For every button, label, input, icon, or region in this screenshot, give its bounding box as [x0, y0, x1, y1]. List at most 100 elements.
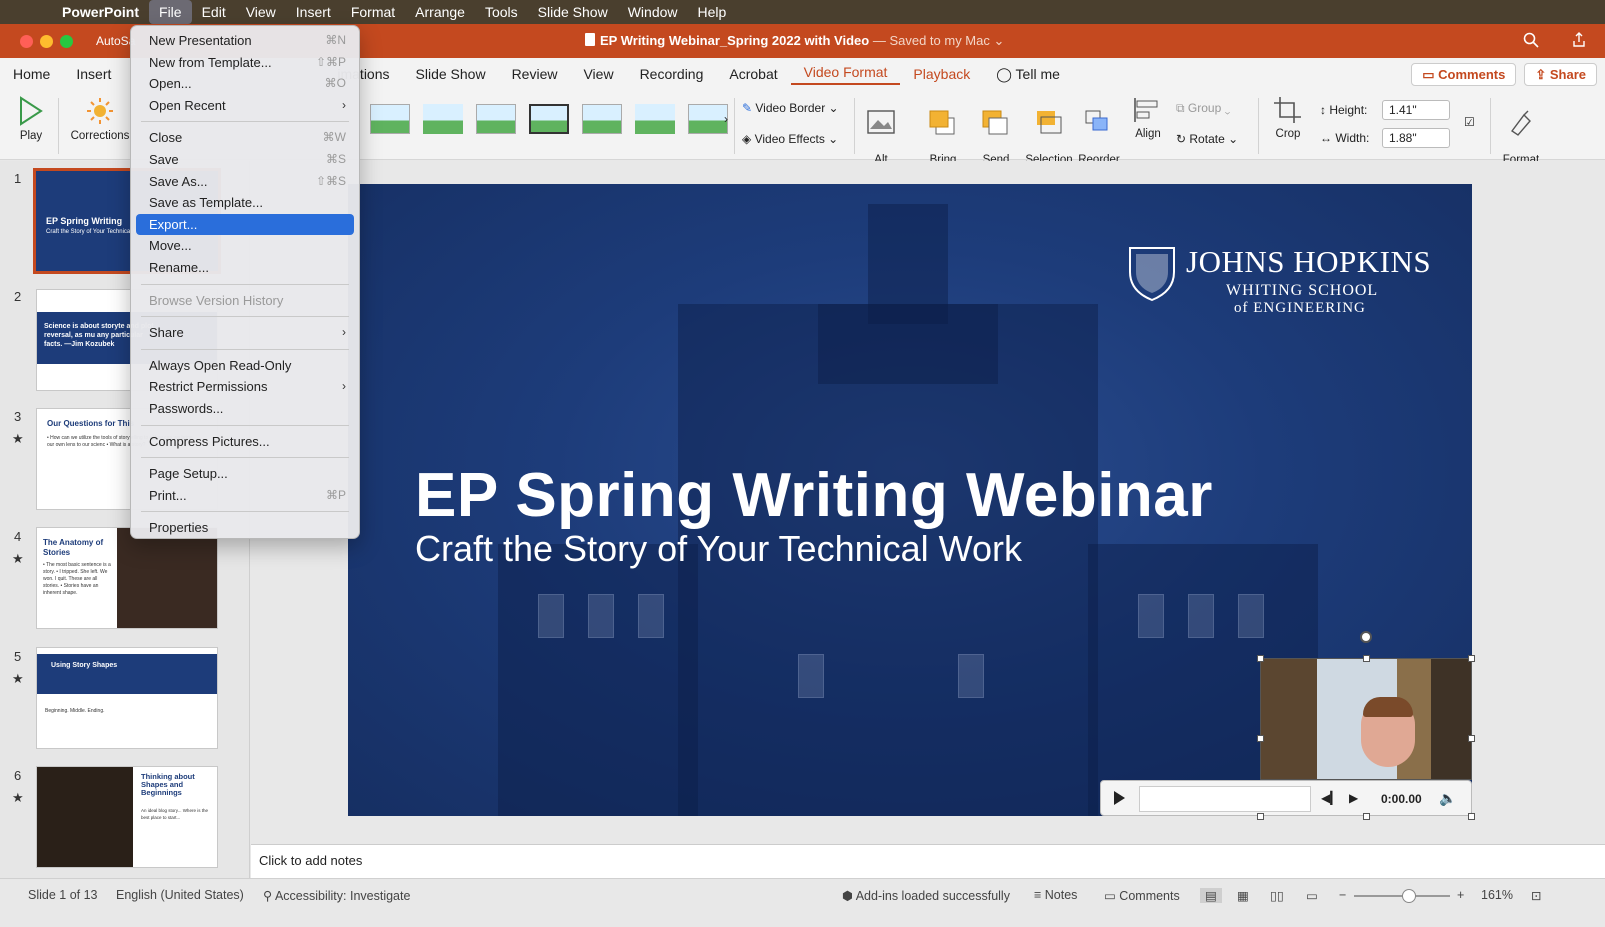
- menu-insert[interactable]: Insert: [286, 0, 341, 24]
- normal-view-icon[interactable]: ▤: [1200, 888, 1222, 903]
- menu-item-properties[interactable]: Properties: [136, 517, 354, 539]
- resize-handle[interactable]: [1257, 813, 1264, 820]
- zoom-out-icon[interactable]: −: [1339, 888, 1346, 902]
- menu-item-restrict-permissions[interactable]: Restrict Permissions ›: [136, 376, 354, 398]
- menu-tools[interactable]: Tools: [475, 0, 528, 24]
- video-border-button[interactable]: ✎ Video Border ⌄: [742, 101, 839, 115]
- menu-item-passwords[interactable]: Passwords...: [136, 398, 354, 420]
- video-styles-gallery[interactable]: [370, 104, 728, 134]
- menu-item-rename[interactable]: Rename...: [136, 257, 354, 279]
- menu-item-close[interactable]: Close ⌘W: [136, 127, 354, 149]
- tab-insert[interactable]: Insert: [63, 66, 124, 82]
- menu-edit[interactable]: Edit: [192, 0, 236, 24]
- menu-app-name[interactable]: PowerPoint: [52, 0, 149, 24]
- menu-item-page-setup[interactable]: Page Setup...: [136, 463, 354, 485]
- comments-toggle[interactable]: ▭ Comments: [1104, 888, 1180, 903]
- close-window-button[interactable]: [20, 35, 33, 48]
- tab-review[interactable]: Review: [499, 66, 571, 82]
- comments-button[interactable]: ▭ Comments: [1411, 62, 1517, 86]
- slide-thumbnail-5[interactable]: Using Story Shapes Beginning. Middle. En…: [36, 647, 218, 749]
- skip-forward-icon[interactable]: ▶: [1349, 791, 1358, 805]
- menu-item-print[interactable]: Print... ⌘P: [136, 485, 354, 507]
- zoom-in-icon[interactable]: +: [1457, 888, 1464, 902]
- resize-handle[interactable]: [1363, 655, 1370, 662]
- crop-button[interactable]: Crop: [1266, 96, 1310, 141]
- slide-thumbnail-4[interactable]: The Anatomy of Stories • The most basic …: [36, 527, 218, 629]
- skip-back-icon[interactable]: ◀▎: [1321, 791, 1339, 805]
- notes-toggle[interactable]: ≡ Notes: [1034, 888, 1077, 902]
- video-style-2[interactable]: [423, 104, 463, 134]
- menu-item-compress-pictures[interactable]: Compress Pictures...: [136, 431, 354, 453]
- zoom-level[interactable]: 161%: [1481, 888, 1513, 902]
- rotate-button[interactable]: ↻ Rotate ⌄: [1176, 132, 1238, 146]
- menu-item-share[interactable]: Share ›: [136, 322, 354, 344]
- zoom-window-button[interactable]: [60, 35, 73, 48]
- menu-slide-show[interactable]: Slide Show: [528, 0, 618, 24]
- menu-item-save-as-template[interactable]: Save as Template...: [136, 192, 354, 214]
- menu-arrange[interactable]: Arrange: [405, 0, 475, 24]
- language-status[interactable]: English (United States): [116, 888, 244, 902]
- video-style-3[interactable]: [476, 104, 516, 134]
- fit-slide-icon[interactable]: ⊡: [1531, 888, 1541, 903]
- menu-item-open[interactable]: Open... ⌘O: [136, 73, 354, 95]
- tab-view[interactable]: View: [570, 66, 626, 82]
- search-icon[interactable]: [1523, 32, 1539, 53]
- reading-view-icon[interactable]: ▯▯: [1270, 888, 1284, 903]
- menu-item-new-from-template[interactable]: New from Template... ⇧⌘P: [136, 52, 354, 74]
- video-style-1[interactable]: [370, 104, 410, 134]
- video-style-6[interactable]: [635, 104, 675, 134]
- tab-tell-me[interactable]: ◯ Tell me: [983, 66, 1073, 83]
- menu-item-open-recent[interactable]: Open Recent ›: [136, 95, 354, 117]
- tab-playback[interactable]: Playback: [900, 66, 983, 82]
- resize-handle[interactable]: [1363, 813, 1370, 820]
- video-style-7[interactable]: [688, 104, 728, 134]
- zoom-slider-thumb[interactable]: [1402, 889, 1416, 903]
- resize-handle[interactable]: [1468, 813, 1475, 820]
- share-button[interactable]: ⇪ Share: [1524, 62, 1597, 86]
- align-button[interactable]: Align: [1128, 96, 1168, 141]
- menu-file[interactable]: File: [149, 0, 192, 24]
- menu-item-export[interactable]: Export...: [136, 213, 354, 236]
- tab-acrobat[interactable]: Acrobat: [716, 66, 790, 82]
- menu-item-save[interactable]: Save ⌘S: [136, 149, 354, 171]
- menu-window[interactable]: Window: [618, 0, 688, 24]
- accessibility-status[interactable]: ⚲ Accessibility: Investigate: [263, 888, 410, 903]
- video-play-icon[interactable]: [1111, 790, 1127, 809]
- share-icon[interactable]: [1571, 32, 1587, 53]
- menu-item-save-as[interactable]: Save As... ⇧⌘S: [136, 171, 354, 193]
- slide-sorter-icon[interactable]: ▦: [1237, 888, 1249, 903]
- resize-handle[interactable]: [1257, 735, 1264, 742]
- corrections-button[interactable]: Corrections: [68, 96, 132, 143]
- slide-subtitle[interactable]: Craft the Story of Your Technical Work: [415, 528, 1022, 570]
- group-button[interactable]: ⧉ Group ⌄: [1176, 101, 1230, 116]
- document-title[interactable]: EP Writing Webinar_Spring 2022 with Vide…: [585, 33, 1004, 49]
- resize-handle[interactable]: [1468, 735, 1475, 742]
- volume-icon[interactable]: 🔈: [1439, 790, 1456, 807]
- menu-help[interactable]: Help: [688, 0, 737, 24]
- slide-title[interactable]: EP Spring Writing Webinar: [415, 460, 1213, 531]
- notes-pane[interactable]: Click to add notes: [251, 844, 1605, 878]
- tab-slide-show[interactable]: Slide Show: [403, 66, 499, 82]
- menu-item-new-presentation[interactable]: New Presentation ⌘N: [136, 30, 354, 52]
- menu-item-move[interactable]: Move...: [136, 235, 354, 257]
- lock-aspect-checkbox[interactable]: ☑: [1464, 115, 1475, 129]
- video-effects-button[interactable]: ◈ Video Effects ⌄: [742, 132, 838, 146]
- play-button[interactable]: Play: [12, 96, 50, 143]
- tab-recording[interactable]: Recording: [627, 66, 717, 82]
- gallery-more-arrow[interactable]: ›: [724, 112, 728, 126]
- rotate-handle-icon[interactable]: [1360, 631, 1372, 643]
- height-input[interactable]: 1.41": [1382, 100, 1450, 120]
- video-style-4[interactable]: [529, 104, 569, 134]
- resize-handle[interactable]: [1468, 655, 1475, 662]
- slideshow-view-icon[interactable]: ▭: [1306, 888, 1318, 903]
- resize-handle[interactable]: [1257, 655, 1264, 662]
- menu-item-always-open-read-only[interactable]: Always Open Read-Only: [136, 355, 354, 377]
- video-style-5[interactable]: [582, 104, 622, 134]
- width-input[interactable]: 1.88": [1382, 128, 1450, 148]
- embedded-video[interactable]: [1260, 658, 1472, 780]
- menu-view[interactable]: View: [236, 0, 286, 24]
- video-scrubber[interactable]: [1139, 786, 1311, 812]
- slide-thumbnail-6[interactable]: Thinking about Shapes and Beginnings An …: [36, 766, 218, 868]
- menu-format[interactable]: Format: [341, 0, 405, 24]
- tab-home[interactable]: Home: [0, 66, 63, 82]
